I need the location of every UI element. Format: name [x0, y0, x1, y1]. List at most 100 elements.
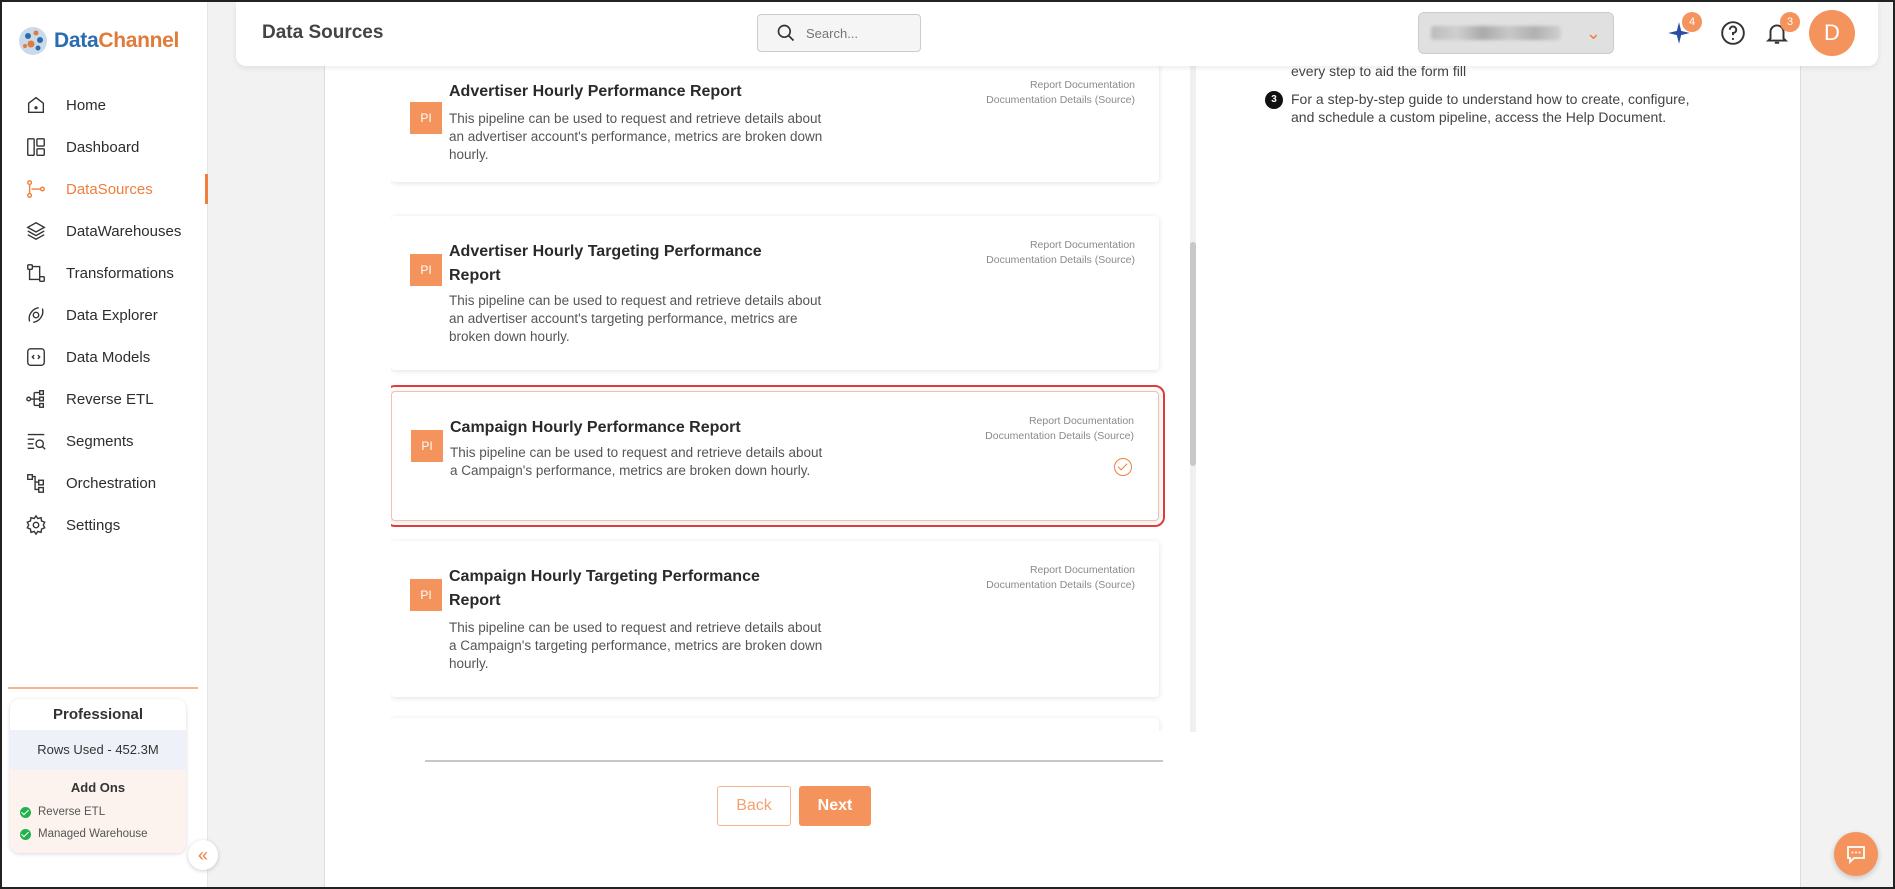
report-documentation-link[interactable]: Report Documentation [986, 238, 1135, 253]
report-card-selected[interactable]: PI Campaign Hourly Performance Report Th… [391, 385, 1165, 527]
doc-links: Report Documentation Documentation Detai… [986, 78, 1135, 108]
documentation-details-link[interactable]: Documentation Details (Source) [985, 429, 1134, 444]
selected-check-icon [1114, 458, 1132, 476]
sidebar-item-orchestration[interactable]: Orchestration [2, 462, 208, 504]
doc-links: Report Documentation Documentation Detai… [985, 414, 1134, 444]
report-title: Advertiser Hourly Targeting Performance … [449, 243, 762, 284]
app-window: DataChannel Home Dashboard DataSources D… [0, 0, 1895, 889]
reverse-etl-icon [24, 387, 48, 411]
report-card[interactable]: PI Advertiser Hourly Targeting Performan… [391, 216, 1159, 370]
chat-bubble-icon [1847, 846, 1865, 865]
report-card-partial[interactable] [391, 718, 1159, 731]
sidebar-item-label: Dashboard [66, 138, 140, 156]
sidebar-item-datasources[interactable]: DataSources [2, 168, 208, 210]
help-text: and schedule a custom pipeline, access t… [1291, 109, 1667, 125]
main-panel: PI Advertiser Hourly Performance Report … [324, 63, 1801, 887]
page-title: Data Sources [262, 22, 384, 43]
sidebar-item-label: Reverse ETL [66, 390, 154, 408]
sidebar: DataChannel Home Dashboard DataSources D… [2, 2, 208, 887]
help-circle-icon [1721, 21, 1745, 45]
sidebar-item-reverse-etl[interactable]: Reverse ETL [2, 378, 208, 420]
doc-links: Report Documentation Documentation Detai… [986, 238, 1135, 268]
search-box[interactable] [757, 14, 921, 52]
plan-card: Professional Rows Used - 452.3M Add Ons … [10, 699, 186, 853]
sidebar-item-transformations[interactable]: Transformations [2, 252, 208, 294]
addon-item: Managed Warehouse [10, 823, 186, 845]
addon-item: Reverse ETL [10, 801, 186, 823]
sidebar-item-dashboard[interactable]: Dashboard [2, 126, 208, 168]
plan-divider [8, 687, 198, 689]
layers-icon [24, 219, 48, 243]
models-icon [24, 345, 48, 369]
report-card[interactable]: PI Advertiser Hourly Performance Report … [391, 66, 1159, 182]
sidebar-item-data-models[interactable]: Data Models [2, 336, 208, 378]
chevron-down-icon: ⌄ [1585, 23, 1601, 43]
list-scrollbar[interactable] [1190, 66, 1196, 732]
sidebar-item-label: Orchestration [66, 474, 157, 492]
double-chevron-left-icon: « [197, 844, 208, 865]
documentation-details-link[interactable]: Documentation Details (Source) [986, 93, 1135, 108]
scrollbar-thumb[interactable] [1190, 242, 1196, 466]
workspace-selector[interactable]: ⌄ [1418, 12, 1614, 54]
dashboard-icon [24, 135, 48, 159]
sidebar-item-label: Data Models [66, 348, 151, 366]
chat-button[interactable] [1834, 832, 1878, 876]
report-description: This pipeline can be used to request and… [449, 293, 822, 344]
addon-label: Managed Warehouse [38, 828, 148, 840]
transform-icon [24, 261, 48, 285]
search-input[interactable] [806, 25, 906, 41]
report-documentation-link[interactable]: Report Documentation [986, 563, 1135, 578]
notifications-badge: 3 [1780, 12, 1800, 32]
next-button[interactable]: Next [799, 786, 871, 826]
ai-sparkle-button[interactable]: 4 [1666, 12, 1702, 46]
report-badge: PI [411, 430, 443, 462]
segments-icon [24, 429, 48, 453]
sparkle-badge: 4 [1682, 12, 1702, 32]
sidebar-item-datawarehouses[interactable]: DataWarehouses [2, 210, 208, 252]
report-badge: PI [410, 579, 442, 611]
sidebar-item-label: Settings [66, 516, 121, 534]
search-icon [777, 24, 795, 42]
notifications-button[interactable]: 3 [1764, 12, 1800, 46]
addons-title: Add Ons [70, 780, 126, 795]
sidebar-item-data-explorer[interactable]: Data Explorer [2, 294, 208, 336]
workspace-name-redacted [1431, 26, 1561, 40]
logo-icon [19, 27, 47, 55]
report-title: Advertiser Hourly Performance Report [449, 83, 742, 100]
help-button[interactable] [1720, 20, 1746, 46]
gear-icon [24, 513, 48, 537]
rows-used: Rows Used - 452.3M [10, 730, 186, 770]
avatar[interactable]: D [1809, 10, 1855, 56]
help-text: For a step-by-step guide to understand h… [1291, 91, 1690, 107]
report-card[interactable]: PI Campaign Hourly Targeting Performance… [391, 541, 1159, 697]
addon-label: Reverse ETL [38, 806, 106, 818]
back-button[interactable]: Back [717, 786, 791, 826]
explorer-icon [24, 303, 48, 327]
step-number: 3 [1265, 91, 1283, 109]
sidebar-item-label: Data Explorer [66, 306, 158, 324]
actions-divider [425, 760, 1163, 762]
report-badge: PI [410, 254, 442, 286]
doc-links: Report Documentation Documentation Detai… [986, 563, 1135, 593]
sidebar-item-home[interactable]: Home [2, 84, 208, 126]
plan-title: Professional [52, 706, 144, 723]
report-description: This pipeline can be used to request and… [450, 445, 823, 478]
report-title: Campaign Hourly Performance Report [450, 419, 741, 436]
logo[interactable]: DataChannel [16, 24, 179, 58]
sidebar-item-settings[interactable]: Settings [2, 504, 208, 546]
report-documentation-link[interactable]: Report Documentation [985, 414, 1134, 429]
documentation-details-link[interactable]: Documentation Details (Source) [986, 578, 1135, 593]
collapse-sidebar-button[interactable]: « [188, 840, 218, 870]
report-title: Campaign Hourly Targeting Performance Re… [449, 568, 760, 609]
documentation-details-link[interactable]: Documentation Details (Source) [986, 253, 1135, 268]
top-header: Data Sources ⌄ 4 3 D [236, 2, 1878, 66]
datasources-icon [24, 177, 48, 201]
sidebar-item-segments[interactable]: Segments [2, 420, 208, 462]
sidebar-item-label: Transformations [66, 264, 174, 282]
report-badge: PI [410, 102, 442, 134]
report-description: This pipeline can be used to request and… [449, 111, 823, 162]
sidebar-item-label: Segments [66, 432, 134, 450]
report-list[interactable]: PI Advertiser Hourly Performance Report … [391, 66, 1201, 731]
check-circle-icon [20, 806, 31, 818]
report-documentation-link[interactable]: Report Documentation [986, 78, 1135, 93]
